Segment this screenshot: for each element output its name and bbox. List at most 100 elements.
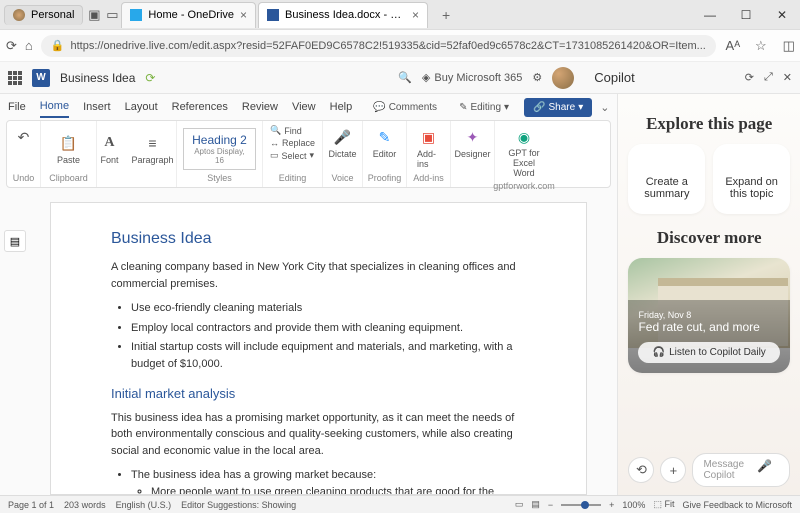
- find-button[interactable]: 🔍Find: [270, 125, 315, 136]
- copilot-close-icon[interactable]: ✕: [783, 71, 792, 84]
- buy-microsoft-button[interactable]: ◈ Buy Microsoft 365: [422, 71, 523, 84]
- workspaces-icon[interactable]: ▣: [85, 6, 103, 24]
- close-icon[interactable]: ×: [240, 8, 247, 22]
- ribbon-collapse-icon[interactable]: ⌄: [600, 101, 609, 114]
- minimize-button[interactable]: ―: [692, 0, 728, 30]
- discover-date: Friday, Nov 8: [638, 310, 780, 320]
- user-avatar[interactable]: [552, 67, 574, 89]
- zoom-level[interactable]: 100%: [622, 500, 645, 510]
- browser-tab-onedrive[interactable]: Home - OneDrive ×: [121, 2, 256, 28]
- mic-icon[interactable]: 🎤: [757, 459, 772, 473]
- doc-paragraph: A cleaning company based in New York Cit…: [111, 259, 526, 292]
- copilot-discover-card[interactable]: Friday, Nov 8 Fed rate cut, and more 🎧Li…: [628, 258, 790, 373]
- search-icon[interactable]: 🔍: [398, 71, 412, 84]
- favorite-icon[interactable]: ☆: [752, 37, 770, 55]
- clipboard-icon: 📋: [58, 133, 78, 153]
- card-label: Expand on this topic: [723, 176, 780, 200]
- zoom-slider[interactable]: [561, 504, 601, 506]
- styles-group-label: Styles: [207, 173, 232, 183]
- fit-button[interactable]: ⬚ Fit: [653, 499, 674, 510]
- diamond-icon: ◈: [422, 71, 430, 84]
- comments-button[interactable]: 💬Comments: [366, 99, 444, 116]
- editing-mode-button[interactable]: ✎Editing▾: [452, 99, 516, 116]
- pencil-icon: ✎: [459, 102, 467, 113]
- paste-button[interactable]: 📋 Paste: [53, 131, 84, 167]
- editing-label: Editing: [470, 102, 501, 113]
- gpt-group-label: gptforwork.com: [493, 181, 555, 191]
- tab-home[interactable]: Home: [40, 96, 69, 118]
- page-indicator[interactable]: Page 1 of 1: [8, 500, 54, 510]
- new-tab-button[interactable]: +: [436, 7, 456, 23]
- gpt-button[interactable]: ◉GPT for Excel Word: [501, 125, 547, 181]
- close-icon[interactable]: ×: [412, 8, 419, 22]
- document-title[interactable]: Business Idea: [60, 71, 135, 85]
- app-launcher-icon[interactable]: [8, 71, 22, 85]
- doc-bullet-list: Use eco-friendly cleaning materials Empl…: [131, 300, 526, 372]
- discover-headline: Fed rate cut, and more: [638, 320, 780, 334]
- refresh-icon[interactable]: ⟳: [6, 37, 17, 55]
- url-input[interactable]: 🔒 https://onedrive.live.com/edit.aspx?re…: [41, 35, 716, 57]
- share-button[interactable]: 🔗Share▾: [524, 98, 592, 117]
- tab-layout[interactable]: Layout: [125, 97, 158, 117]
- copilot-expand-icon[interactable]: ⤢: [764, 71, 773, 84]
- cursor-icon: ▭: [270, 150, 279, 161]
- copilot-card-expand[interactable]: Expand on this topic: [713, 144, 790, 214]
- view-print-icon[interactable]: ▭: [515, 499, 524, 510]
- voice-group-label: Voice: [331, 173, 353, 183]
- tab-insert[interactable]: Insert: [83, 97, 111, 117]
- select-button[interactable]: ▭Select▾: [270, 150, 315, 161]
- paste-label: Paste: [57, 155, 80, 165]
- tab-actions-icon[interactable]: ▭: [103, 6, 121, 24]
- document-page[interactable]: Business Idea A cleaning company based i…: [50, 202, 587, 495]
- zoom-out-button[interactable]: −: [548, 500, 553, 510]
- dictate-button[interactable]: 🎤Dictate: [325, 125, 361, 161]
- copilot-message-input[interactable]: Message Copilot: [692, 453, 790, 487]
- home-icon[interactable]: ⌂: [25, 37, 33, 55]
- replace-button[interactable]: ↔Replace: [270, 138, 315, 148]
- word-icon: [267, 9, 279, 21]
- listen-button[interactable]: 🎧Listen to Copilot Daily: [638, 342, 780, 363]
- undo-icon: ↶: [14, 127, 34, 147]
- buy-label: Buy Microsoft 365: [434, 72, 522, 84]
- chevron-down-icon: ▾: [578, 102, 583, 113]
- language-indicator[interactable]: English (U.S.): [116, 500, 172, 510]
- tab-review[interactable]: Review: [242, 97, 278, 117]
- designer-label: Designer: [454, 149, 490, 159]
- app-header: W Business Idea ⟳ 🔍 ◈ Buy Microsoft 365 …: [0, 62, 800, 94]
- browser-tab-word[interactable]: Business Idea.docx - Microsoft W ×: [258, 2, 428, 28]
- paragraph-label: Paragraph: [131, 155, 173, 165]
- undo-button[interactable]: ↶: [10, 125, 38, 149]
- maximize-button[interactable]: ☐: [728, 0, 764, 30]
- listen-label: Listen to Copilot Daily: [669, 347, 766, 358]
- copilot-discover-heading: Discover more: [628, 228, 790, 248]
- tab-help[interactable]: Help: [330, 97, 353, 117]
- copilot-card-summary[interactable]: Create a summary: [628, 144, 705, 214]
- personal-profile-tab[interactable]: Personal: [4, 5, 83, 25]
- zoom-in-button[interactable]: +: [609, 500, 614, 510]
- editor-suggestions[interactable]: Editor Suggestions: Showing: [181, 500, 296, 510]
- feedback-link[interactable]: Give Feedback to Microsoft: [682, 500, 792, 510]
- word-count[interactable]: 203 words: [64, 500, 106, 510]
- view-web-icon[interactable]: ▤: [531, 499, 540, 510]
- style-heading2-button[interactable]: Heading 2 Aptos Display, 16: [183, 128, 256, 170]
- copilot-refresh-icon[interactable]: ⟳: [745, 71, 754, 84]
- tab-references[interactable]: References: [172, 97, 228, 117]
- paragraph-button[interactable]: ≡Paragraph: [127, 131, 177, 167]
- tab-file[interactable]: File: [8, 97, 26, 117]
- style-preview-name: Heading 2: [192, 133, 247, 147]
- close-window-button[interactable]: ✕: [764, 0, 800, 30]
- profile-icon: [13, 9, 25, 21]
- designer-button[interactable]: ✦Designer: [450, 125, 494, 161]
- settings-icon[interactable]: ⚙: [532, 71, 542, 84]
- editor-button[interactable]: ✎Editor: [369, 125, 401, 161]
- font-button[interactable]: AFont: [95, 131, 123, 167]
- text-size-icon[interactable]: Aᴬ: [724, 37, 742, 55]
- addins-button[interactable]: ▣Add-ins: [413, 125, 444, 171]
- font-label: Font: [100, 155, 118, 165]
- tab-view[interactable]: View: [292, 97, 316, 117]
- find-label: Find: [284, 126, 302, 136]
- copilot-add-button[interactable]: +: [660, 457, 686, 483]
- side-toolbar-button[interactable]: ▤: [4, 230, 26, 252]
- split-icon[interactable]: ◫: [780, 37, 798, 55]
- copilot-history-button[interactable]: ⟲: [628, 457, 654, 483]
